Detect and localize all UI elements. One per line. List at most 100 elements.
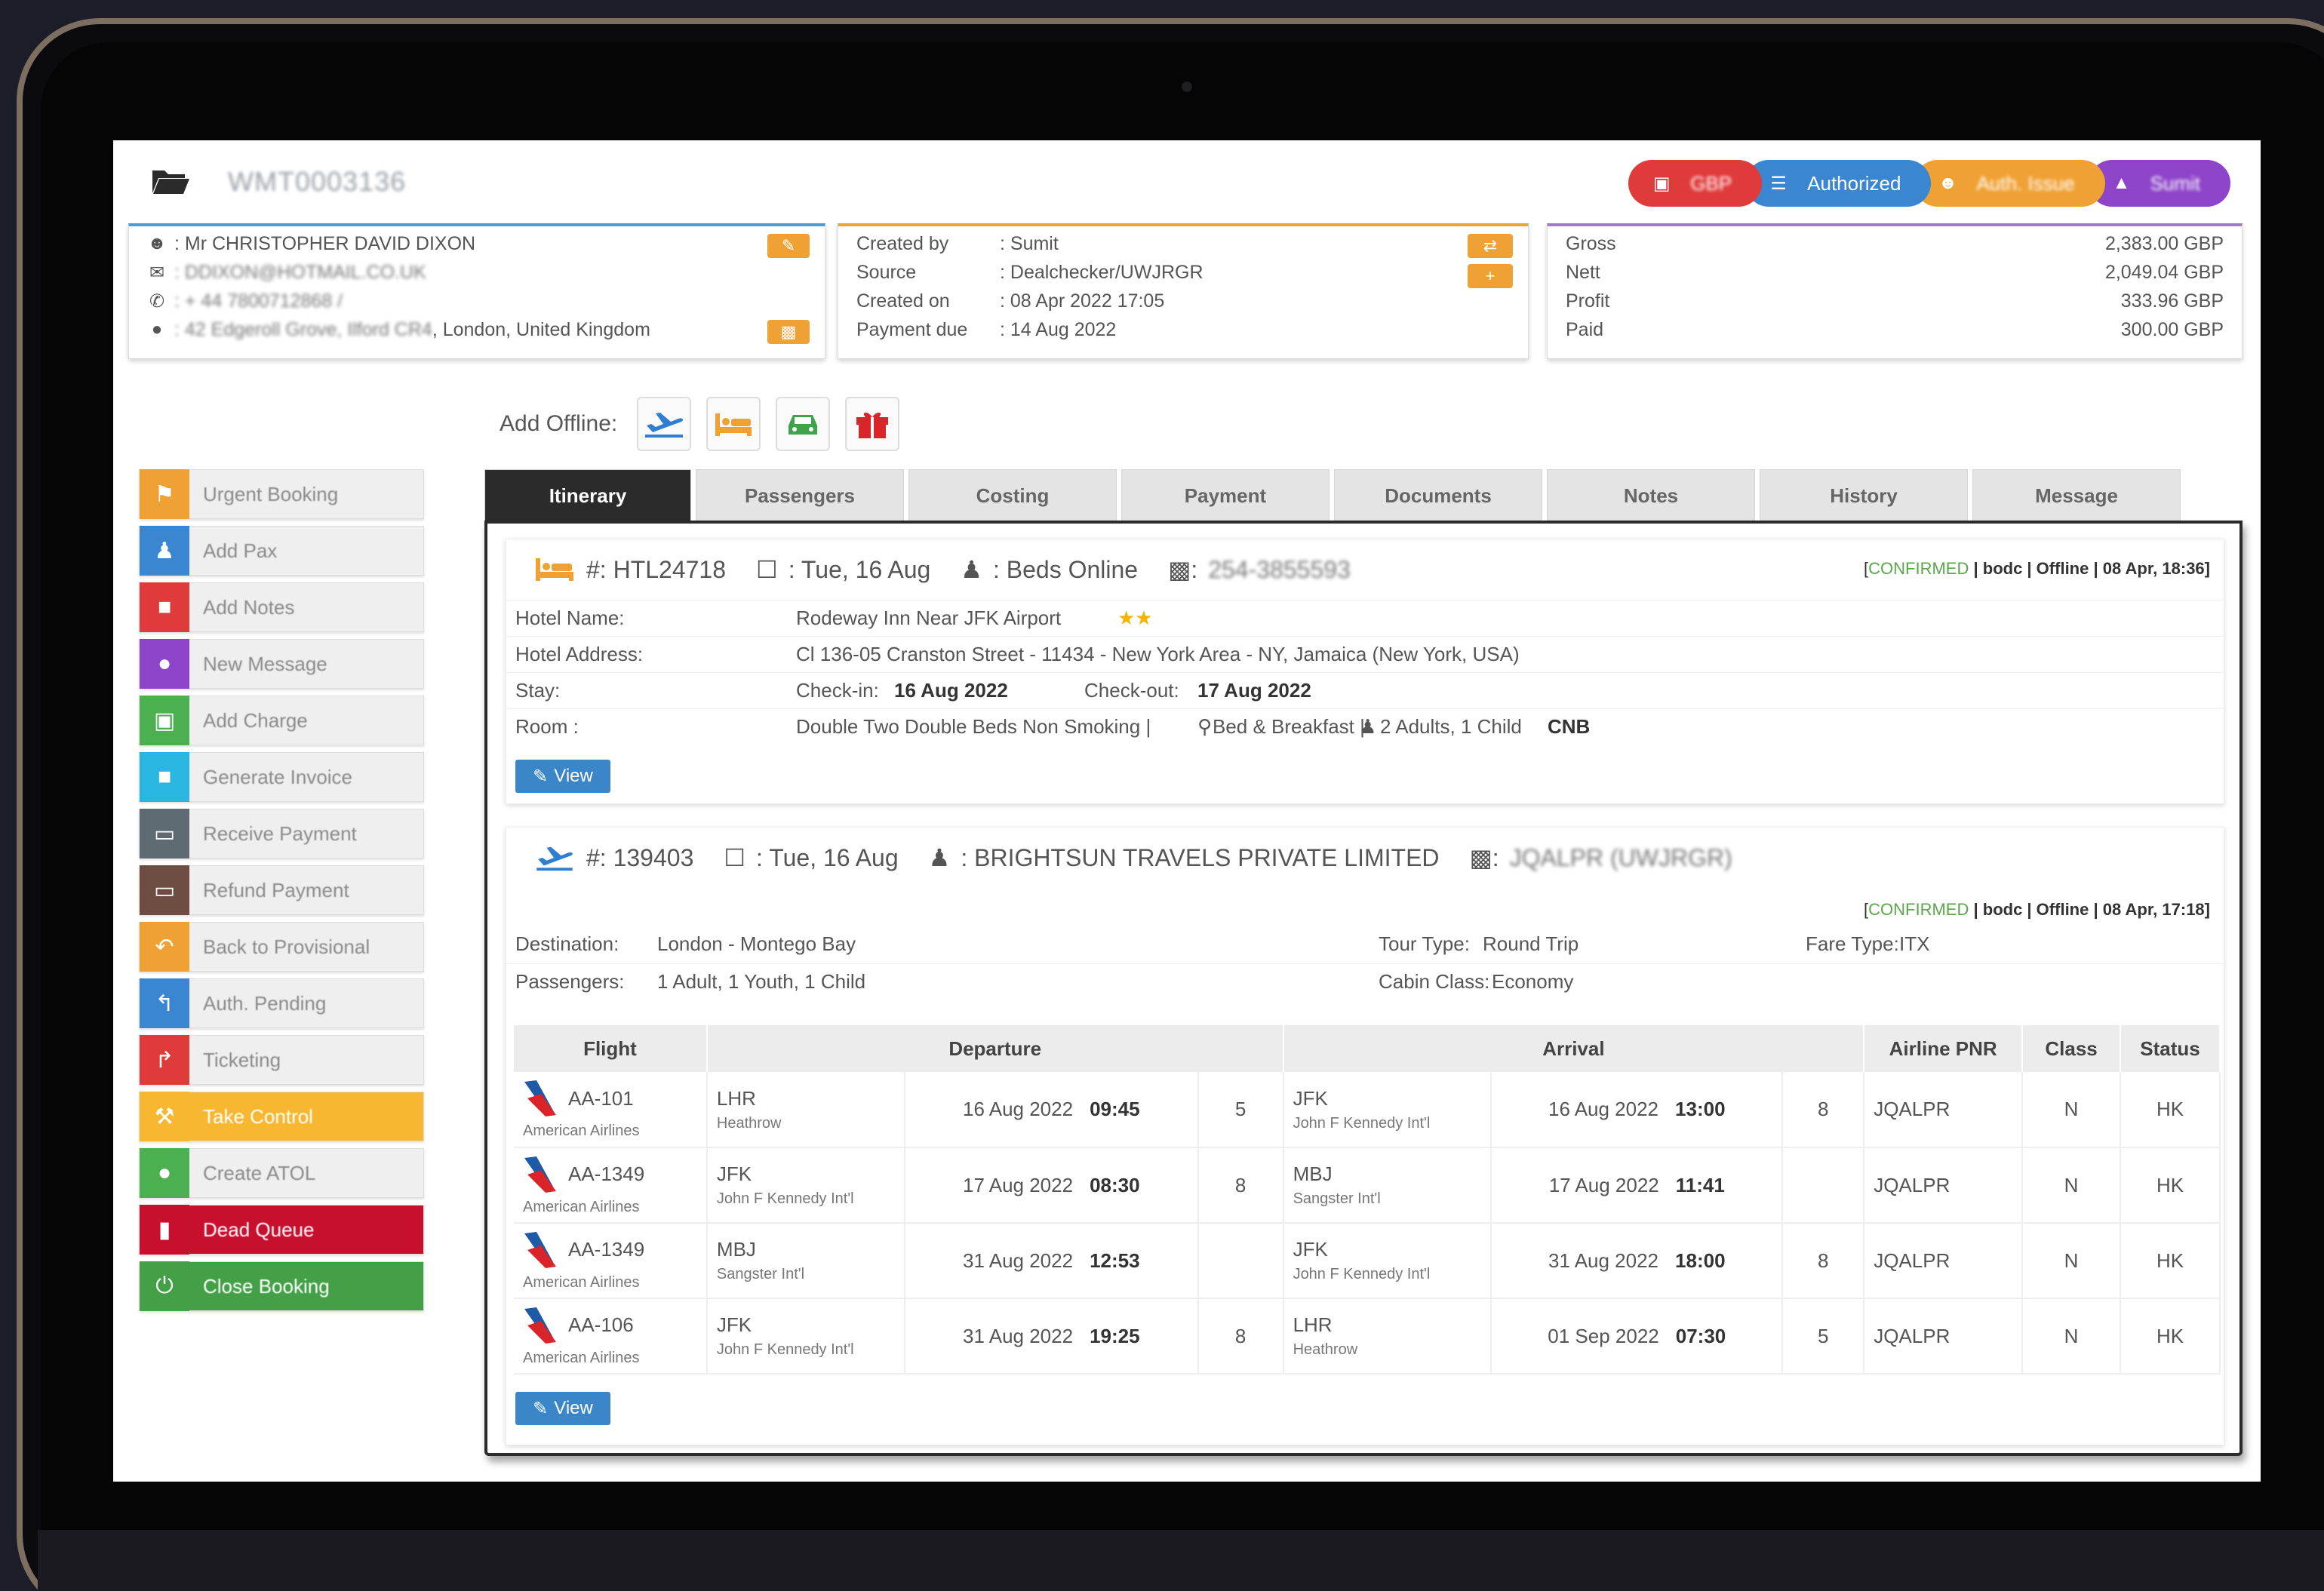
customer-phone-row: ✆ : + 44 7800712868 / [147,287,343,315]
sidebar-button[interactable]: ▮ Dead Queue [139,1205,424,1255]
sidebar-button-label: Take Control [203,1104,313,1128]
sidebar-button-label: Back to Provisional [203,935,370,958]
sidebar-button-label: New Message [203,652,327,675]
flight-supplier-ref: JQALPR (UWJRGR) [1509,843,1732,871]
sidebar-button[interactable]: ■ Add Notes [139,582,424,632]
circle-icon: ● [140,1148,189,1198]
sidebar-button[interactable]: ● Create ATOL [139,1148,424,1198]
col-flight: Flight [514,1025,708,1072]
arrival-time: 11:41 [1675,1173,1725,1196]
departure-datetime-cell: 17 Aug 2022 08:30 [905,1147,1199,1224]
sidebar-button[interactable]: ⚑ Urgent Booking [139,469,424,519]
sidebar-button[interactable]: ▭ Refund Payment [139,865,424,915]
room-type: Double Two Double Beds Non Smoking | [796,715,1151,738]
tab-itinerary[interactable]: Itinerary [484,469,691,522]
booking-meta-row: Source: Dealchecker/UWJRGR [856,258,1204,287]
sidebar-button[interactable]: ⏻ Close Booking [139,1261,424,1311]
flight-cell: AA-1349 American Airlines [514,1223,708,1299]
col-status: Status [2120,1025,2221,1072]
status-pill[interactable]: ▣ GBP [1628,160,1763,207]
add-button[interactable]: + [1468,264,1513,288]
cutlery-icon: ⚲ [1197,715,1213,738]
status-pill[interactable]: ☰ Authorized [1745,160,1932,207]
id-card-icon: ▩: [1168,556,1198,583]
destination-label: Destination: [515,932,619,955]
customer-email: : DDIXON@HOTMAIL.CO.UK [174,261,426,283]
edit-customer-button[interactable]: ✎ [767,234,810,258]
add-offline-car-button[interactable] [776,397,831,451]
hotel-address: Cl 136-05 Cranston Street - 11434 - New … [796,643,1520,665]
airline-name: American Airlines [523,1198,640,1215]
flight-number-wrap: AA-1349 [523,1155,697,1194]
lock-icon: ▲ [2112,173,2131,193]
occupancy: 2 Adults, 1 Child [1380,715,1522,738]
calendar-icon: ☐ [724,844,746,871]
flight-confirmed-status: CONFIRMED [1868,900,1969,919]
sidebar-button[interactable]: ↱ Ticketing [139,1035,424,1085]
customer-address-row: ● : 42 Edgeroll Grove, Ilford CR4 , Lond… [147,315,650,344]
board-basis: Bed & Breakfast | [1213,715,1365,738]
flight-supplier: : BRIGHTSUN TRAVELS PRIVATE LIMITED [961,843,1440,871]
money-icon: ▣ [1652,173,1671,194]
flight-row: AA-101 American Airlines LHR Heathrow 16 Aug… [514,1072,2221,1148]
sidebar-button[interactable]: ● New Message [139,639,424,689]
status-pill[interactable]: ▲ Sumit [2088,160,2230,207]
flight-status-detail: | bodc | Offline | 08 Apr, 17:18] [1969,900,2210,919]
status-pill-label: GBP [1690,171,1732,195]
edit-address-button[interactable]: ▩ [767,320,810,344]
add-offline-package-button[interactable] [845,397,900,451]
flight-date-part: ☐ : Tue, 16 Aug [724,843,898,872]
tab-documents[interactable]: Documents [1334,469,1542,522]
sidebar-button[interactable]: ♟ Add Pax [139,526,424,576]
hotel-confirmed-status: CONFIRMED [1868,559,1969,578]
supplier-icon: ♟ [928,844,951,871]
flight-view-button[interactable]: ✎ View [515,1392,610,1425]
sidebar-button[interactable]: ▣ Add Charge [139,696,424,745]
add-offline-flight-button[interactable] [637,397,692,451]
tab-message[interactable]: Message [1972,469,2181,522]
departure-airport: Heathrow [716,1114,782,1132]
user-icon: ☻ [1938,173,1958,193]
flight-cell: AA-101 American Airlines [514,1072,708,1148]
wrench-icon: ⚒ [140,1092,189,1141]
supplier-icon: ♟ [961,556,982,583]
shuffle-button[interactable]: ⇄ [1468,234,1513,258]
users-icon: ♟ [1359,715,1377,738]
tab-passengers[interactable]: Passengers [696,469,904,522]
booking-class: N [2022,1072,2122,1148]
chat-icon: ● [140,639,189,689]
flight-view-label: View [554,1398,593,1418]
arrival-airport-cell: LHR Heathrow [1283,1298,1492,1374]
tab-payment[interactable]: Payment [1121,469,1330,522]
sidebar-button[interactable]: ■ Generate Invoice [139,752,424,802]
sidebar-button[interactable]: ▭ Receive Payment [139,809,424,858]
sidebar-button[interactable]: ⚒ Take Control [139,1092,424,1141]
file-icon: ■ [140,582,189,632]
tab-history[interactable]: History [1760,469,1968,522]
sidebar-button[interactable]: ↶ Back to Provisional [139,922,424,972]
tab-costing[interactable]: Costing [908,469,1117,522]
flight-status-line: [CONFIRMED | bodc | Offline | 08 Apr, 17… [1864,900,2210,920]
totals-row: Gross 2,383.00 GBP [1566,229,2224,258]
totals-value: 300.00 GBP [2120,318,2224,340]
arrival-datetime-cell: 17 Aug 2022 11:41 [1491,1147,1784,1224]
status-pill-label: Sumit [2150,171,2200,195]
calendar-icon: ☐ [756,556,778,583]
departure-airport-cell: JFK John F Kennedy Int'l [706,1298,906,1374]
flight-row: AA-106 American Airlines JFK John F Kennedy… [514,1298,2221,1374]
add-offline-hotel-button[interactable] [706,397,761,451]
status-pill-label: Auth. Issue [1976,171,2075,195]
tab-notes[interactable]: Notes [1547,469,1755,522]
meta-label: Source [856,261,917,283]
hotel-supplier-part: ♟ : Beds Online [961,555,1138,584]
status-pill[interactable]: ☻ Auth. Issue [1914,160,2105,207]
arrival-airport: Heathrow [1293,1341,1358,1358]
flag-icon: ⚑ [140,469,189,519]
booking-meta-card: Created by: Sumit Source: Dealchecker/UWJ… [838,223,1529,359]
arrival-date: 31 Aug 2022 [1548,1249,1659,1272]
hotel-view-button[interactable]: ✎ View [515,760,610,793]
flight-passengers-row: Passengers: 1 Adult, 1 Youth, 1 Child Ca… [506,963,2224,1000]
edit-icon: ✎ [781,236,796,255]
sidebar-button[interactable]: ↰ Auth. Pending [139,978,424,1028]
cabin-class: Economy [1492,970,1574,993]
